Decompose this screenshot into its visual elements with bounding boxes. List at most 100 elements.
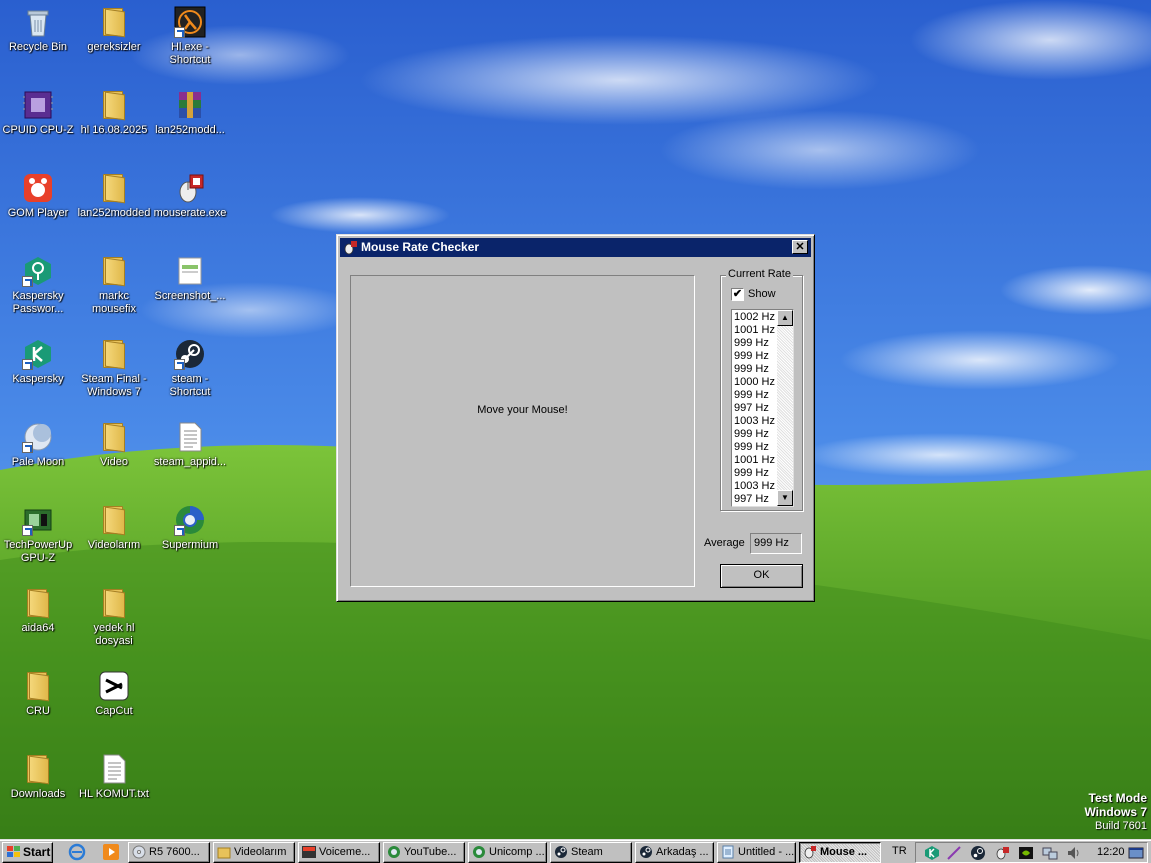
desktop-icon-aida64[interactable]: aida64 [0, 583, 76, 635]
rate-list-item[interactable]: 999 Hz [734, 428, 775, 441]
supermium-icon [174, 504, 206, 536]
shortcut-arrow-icon [22, 359, 33, 370]
shortcut-arrow-icon [174, 525, 185, 536]
rate-list-item[interactable]: 999 Hz [734, 467, 775, 480]
scroll-down-icon[interactable]: ▼ [777, 490, 793, 506]
desktop-icon-label: Steam Final - Windows 7 [81, 373, 147, 398]
desktop-icon-kaspersky[interactable]: Kaspersky [0, 334, 76, 386]
rate-list-scrollbar[interactable]: ▲ ▼ [777, 310, 793, 506]
rate-list-item[interactable]: 1000 Hz [734, 376, 775, 389]
rate-list-item[interactable]: 997 Hz [734, 402, 775, 415]
desktop-icon-cru[interactable]: CRU [0, 666, 76, 718]
start-button[interactable]: Start [2, 842, 53, 863]
gpuz-icon [22, 504, 54, 536]
desktop-icon-steam-appid[interactable]: steam_appid... [152, 417, 228, 469]
nvidia-tray-icon[interactable] [1018, 845, 1034, 861]
rate-list-item[interactable]: 999 Hz [734, 363, 775, 376]
desktop-icon-label: HL KOMUT.txt [79, 788, 149, 800]
show-desktop-icon[interactable] [1128, 845, 1144, 861]
desktop-icon-hl-komut[interactable]: HL KOMUT.txt [76, 749, 152, 801]
rate-listbox[interactable]: 1002 Hz 1001 Hz 999 Hz 999 Hz 999 Hz 1000 Hz 9… [731, 309, 794, 507]
rate-list-item[interactable]: 1001 Hz [734, 324, 775, 337]
language-indicator[interactable]: TR [892, 845, 907, 857]
rate-list-item[interactable]: 1003 Hz [734, 415, 775, 428]
volume-tray-icon[interactable] [1066, 845, 1082, 861]
media-player-icon[interactable] [102, 843, 120, 861]
desktop-icon-label: Pale Moon [11, 456, 65, 468]
task-button-untitled-notepad[interactable]: Untitled - ... [717, 842, 796, 863]
desktop-icon-markc-mousefix[interactable]: markc mousefix [76, 251, 152, 316]
task-button-steam[interactable]: Steam [550, 842, 632, 863]
mouserate-tray-icon[interactable] [994, 845, 1010, 861]
desktop-icon-kaspersky-password[interactable]: Kaspersky Passwor... [0, 251, 76, 316]
windows-logo-icon [7, 846, 20, 857]
close-button[interactable]: ✕ [792, 240, 808, 254]
desktop-icon-gom-player[interactable]: GOM Player [0, 168, 76, 220]
window-titlebar[interactable]: Mouse Rate Checker ✕ [340, 238, 811, 257]
task-button-mouse-rate[interactable]: Mouse ... [799, 842, 881, 863]
desktop-icon-recycle-bin[interactable]: Recycle Bin [0, 2, 76, 54]
rate-list-item[interactable]: 1003 Hz [734, 480, 775, 493]
desktop-icon-video[interactable]: Video [76, 417, 152, 469]
desktop-icon-cpuz[interactable]: CPUID CPU-Z [0, 85, 76, 137]
internet-explorer-icon[interactable] [68, 843, 86, 861]
watermark-line-3: Build 7601 [1095, 820, 1147, 832]
mouse-move-area[interactable]: Move your Mouse! [350, 275, 695, 587]
task-label: Arkadaş ... [656, 846, 709, 858]
average-label: Average [704, 537, 745, 549]
desktop-icon-gpuz[interactable]: TechPowerUp GPU-Z [0, 500, 76, 565]
desktop-icon-lan252modded[interactable]: lan252modded [76, 168, 152, 220]
desktop-icon-lan252-archive[interactable]: lan252modd... [152, 85, 228, 137]
task-button-youtube[interactable]: YouTube... [383, 842, 465, 863]
desktop-icon-steam-final[interactable]: Steam Final - Windows 7 [76, 334, 152, 399]
network-tray-icon[interactable] [1042, 845, 1058, 861]
desktop-icon-label: CapCut [95, 705, 133, 717]
desktop-icon-hl-shortcut[interactable]: Hl.exe - Shortcut [152, 2, 228, 67]
desktop-icon-downloads[interactable]: Downloads [0, 749, 76, 801]
ok-button[interactable]: OK [720, 564, 803, 588]
task-label: Unicomp ... [489, 846, 545, 858]
rate-list-item[interactable]: 999 Hz [734, 389, 775, 402]
watermark-line-1: Test Mode [1088, 791, 1147, 805]
rate-list-item[interactable]: 1001 Hz [734, 454, 775, 467]
rate-list-item[interactable]: 999 Hz [734, 441, 775, 454]
task-label: Videolarım [234, 846, 287, 858]
desktop-icon-yedek-hl[interactable]: yedek hl dosyasi [76, 583, 152, 648]
task-button-videolarim[interactable]: Videolarım [213, 842, 295, 863]
clock[interactable]: 12:20 [1097, 846, 1125, 858]
desktop-icon-screenshot[interactable]: Screenshot_... [152, 251, 228, 303]
desktop-icon-videolarim[interactable]: Videolarım [76, 500, 152, 552]
current-rate-label: Current Rate [726, 268, 793, 280]
desktop-icon-pale-moon[interactable]: Pale Moon [0, 417, 76, 469]
task-button-arkadas[interactable]: Arkadaş ... [635, 842, 714, 863]
folder-icon [98, 338, 130, 370]
task-button-unicomp[interactable]: Unicomp ... [468, 842, 547, 863]
steam-tray-icon[interactable] [970, 845, 986, 861]
rate-list-item[interactable]: 1002 Hz [734, 311, 775, 324]
rate-list-item[interactable]: 997 Hz [734, 493, 775, 506]
desktop-icon-gereksizler[interactable]: gereksizler [76, 2, 152, 54]
folder-icon [98, 421, 130, 453]
desktop-icon-label: steam - Shortcut [169, 373, 211, 398]
taskbar: Start R5 7600... Videolarım Voiceme... Y… [0, 839, 1151, 863]
task-button-voicemeeter[interactable]: Voiceme... [298, 842, 380, 863]
desktop-icon-hl-folder[interactable]: hl 16.08.2025 [76, 85, 152, 137]
scroll-up-icon[interactable]: ▲ [777, 310, 793, 326]
desktop-icon-label: steam_appid... [153, 456, 227, 468]
mouserate-icon [174, 172, 206, 204]
kaspersky-tray-icon[interactable] [924, 845, 940, 861]
pale-moon-icon [22, 421, 54, 453]
steam-icon [555, 846, 567, 858]
task-button-r5-7600[interactable]: R5 7600... [128, 842, 210, 863]
task-label: Untitled - ... [738, 846, 795, 858]
desktop-icon-supermium[interactable]: Supermium [152, 500, 228, 552]
show-checkbox[interactable]: ✔ Show [731, 288, 776, 301]
rate-list-item[interactable]: 999 Hz [734, 350, 775, 363]
desktop-icon-capcut[interactable]: CapCut [76, 666, 152, 718]
browser-icon [473, 846, 485, 858]
desktop-icon-steam-shortcut[interactable]: steam - Shortcut [152, 334, 228, 399]
task-label: Steam [571, 846, 603, 858]
desktop-icon-mouserate[interactable]: mouserate.exe [152, 168, 228, 220]
rate-list-item[interactable]: 999 Hz [734, 337, 775, 350]
pen-tray-icon[interactable] [946, 845, 962, 861]
